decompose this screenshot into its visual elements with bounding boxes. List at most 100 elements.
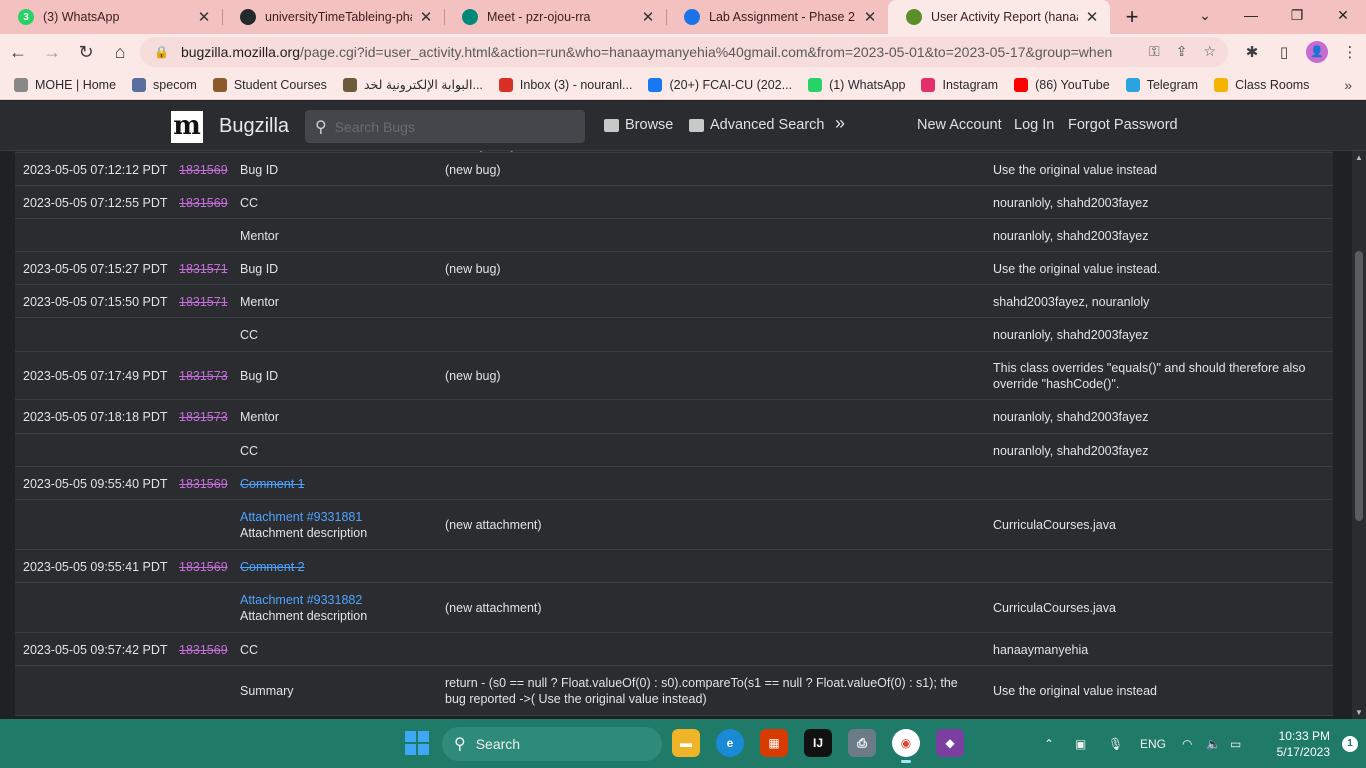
home-icon[interactable]: ⌂ (104, 36, 136, 68)
activity-added-value: nouranloly, shahd2003fayez (993, 229, 1149, 243)
bug-id-link[interactable]: 1831571 (179, 261, 228, 277)
restore-icon[interactable]: ❐ (1274, 0, 1320, 30)
new-tab-icon[interactable]: + (1110, 0, 1154, 34)
tab-close-icon[interactable]: ✕ (640, 8, 656, 26)
side-panel-icon[interactable]: ▯ (1268, 43, 1300, 61)
bug-id-link[interactable]: 1831569 (179, 476, 228, 492)
bookmark-favicon-icon (498, 77, 513, 92)
browse-link[interactable]: Browse (604, 117, 673, 133)
profile-avatar[interactable]: 👤 (1306, 41, 1328, 63)
bookmark-item[interactable]: Telegram (1125, 77, 1198, 92)
system-clock[interactable]: 10:33 PM 5/17/2023 (1277, 728, 1330, 760)
tab-close-icon[interactable]: ✕ (418, 8, 434, 26)
bookmark-item[interactable]: (20+) FCAI-CU (202... (648, 77, 792, 92)
bug-id-link[interactable]: 1831569 (179, 559, 228, 575)
bookmark-item[interactable]: (86) YouTube (1014, 77, 1110, 92)
bookmark-favicon-icon (132, 77, 147, 92)
activity-row: 2023-05-05 09:57:42 PDT 1831569 CC hanaayma… (15, 633, 1333, 666)
windows-taskbar: ⚲ Search ▬ e ▦ IJ ⎙ ◉ ◆ ⌃ ▣ 🎙 ENG ◠ 🔈 ▭ … (0, 719, 1366, 768)
printer-icon[interactable]: ⎙ (848, 729, 876, 757)
tray-chevron-icon[interactable]: ⌃ (1044, 719, 1054, 768)
scrollbar-thumb[interactable] (1355, 251, 1363, 521)
bookmark-item[interactable]: Class Rooms (1214, 77, 1309, 92)
extensions-icon[interactable]: ✱ (1236, 43, 1268, 61)
chrome-icon[interactable]: ◉ (892, 729, 920, 763)
activity-row: 2023-05-05 07:18:18 PDT 1831573 Mentor nour… (15, 400, 1333, 434)
forgot-password-link[interactable]: Forgot Password (1068, 117, 1178, 133)
bug-id-link[interactable]: 1831569 (179, 162, 228, 178)
bugzilla-title[interactable]: Bugzilla (219, 115, 289, 138)
taskbar-search-label: Search (475, 736, 521, 752)
store-icon[interactable]: ▦ (760, 729, 788, 757)
tab-search-chevron-icon[interactable]: ⌄ (1182, 0, 1228, 30)
bug-id-link[interactable]: 1831569 (179, 642, 228, 658)
notification-badge[interactable]: 1 (1342, 736, 1358, 752)
scroll-up-icon[interactable]: ▲ (1355, 153, 1363, 162)
browser-tab[interactable]: universityTimeTableing-phase ✕ (222, 0, 444, 34)
bookmark-item[interactable]: specom (132, 77, 197, 92)
search-icon: ⚲ (315, 118, 327, 136)
bookmark-item[interactable]: (1) WhatsApp (808, 77, 905, 92)
bookmarks-overflow-icon[interactable]: » (1344, 77, 1352, 93)
window-controls: ⌄ — ❐ ✕ (1182, 0, 1366, 34)
windows-start-icon[interactable] (405, 731, 429, 755)
volume-icon[interactable]: 🔈 (1206, 719, 1221, 768)
edge-icon[interactable]: e (716, 729, 744, 757)
tab-close-icon[interactable]: ✕ (1084, 8, 1100, 26)
bookmark-item[interactable]: MOHE | Home (14, 77, 116, 92)
bookmark-star-icon[interactable]: ☆ (1203, 43, 1216, 60)
file-explorer-icon[interactable]: ▬ (672, 729, 700, 757)
bookmark-favicon-icon (212, 77, 227, 92)
address-bar[interactable]: 🔒 bugzilla.mozilla.org/page.cgi?id=user_… (140, 37, 1228, 67)
bug-id-link[interactable]: 1831573 (179, 368, 228, 384)
tray-app-icon[interactable]: ▣ (1075, 719, 1086, 768)
new-account-link[interactable]: New Account (917, 117, 1002, 133)
app-icon[interactable]: ◆ (936, 729, 964, 757)
bookmark-item[interactable]: البوابة الإلكترونية لخد... (342, 77, 483, 92)
activity-row: 2023-05-05 09:55:41 PDT 1831569 Comment 2 (15, 550, 1333, 583)
intellij-icon[interactable]: IJ (804, 729, 832, 757)
bookmark-item[interactable]: Instagram (921, 77, 998, 92)
clock-time: 10:33 PM (1278, 729, 1330, 743)
minimize-icon[interactable]: — (1228, 0, 1274, 30)
attachment-link[interactable]: Attachment #9331882 (240, 592, 367, 608)
wifi-icon[interactable]: ◠ (1182, 719, 1192, 768)
activity-date: 2023-05-05 07:15:27 PDT (23, 262, 168, 276)
attachment-field: Attachment #9331882 Attachment descriptio… (240, 592, 367, 624)
forward-icon[interactable]: → (36, 36, 68, 68)
browser-tab[interactable]: 3 (3) WhatsApp ✕ (0, 0, 222, 34)
close-window-icon[interactable]: ✕ (1320, 0, 1366, 30)
tab-close-icon[interactable]: ✕ (862, 8, 878, 26)
advanced-search-link[interactable]: Advanced Search (689, 117, 824, 133)
browser-tab[interactable]: Meet - pzr-ojou-rra ✕ (444, 0, 666, 34)
activity-row: Attachment #9331881 Attachment descriptio… (15, 500, 1333, 550)
menu-kebab-icon[interactable]: ⋮ (1334, 43, 1366, 61)
comment-link[interactable]: Comment 1 (240, 476, 305, 492)
site-info-icon[interactable]: 🔒 (154, 45, 169, 59)
search-bugs-input[interactable] (334, 118, 575, 135)
microphone-icon[interactable]: 🎙 (1108, 719, 1123, 768)
bookmark-item[interactable]: Inbox (3) - nouranl... (498, 77, 632, 92)
tab-close-icon[interactable]: ✕ (196, 8, 212, 26)
bug-id-link[interactable]: 1831573 (179, 409, 228, 425)
browser-tab[interactable]: Lab Assignment - Phase 2 ✕ (666, 0, 888, 34)
bug-id-link[interactable]: 1831571 (179, 294, 228, 310)
comment-link[interactable]: Comment 2 (240, 559, 305, 575)
back-icon[interactable]: ← (2, 36, 34, 68)
search-icon: ⚲ (454, 736, 466, 753)
language-indicator[interactable]: ENG (1140, 719, 1166, 768)
more-nav-icon[interactable]: » (835, 113, 845, 134)
attachment-link[interactable]: Attachment #9331881 (240, 509, 367, 525)
key-icon[interactable]: ⚿ (1149, 43, 1160, 60)
reload-icon[interactable]: ↻ (70, 36, 102, 68)
share-icon[interactable]: ⇪ (1176, 43, 1188, 60)
bugzilla-logo[interactable]: m (171, 111, 203, 143)
browser-tab[interactable]: User Activity Report (hanaaym ✕ (888, 0, 1110, 34)
bookmark-item[interactable]: Student Courses (212, 77, 327, 92)
log-in-link[interactable]: Log In (1014, 117, 1054, 133)
bug-id-link[interactable]: 1831569 (179, 195, 228, 211)
scroll-down-icon[interactable]: ▼ (1355, 708, 1363, 717)
taskbar-search[interactable]: ⚲ Search (442, 727, 662, 761)
battery-icon[interactable]: ▭ (1230, 719, 1241, 768)
page-scrollbar[interactable]: ▲ ▼ (1352, 151, 1366, 719)
